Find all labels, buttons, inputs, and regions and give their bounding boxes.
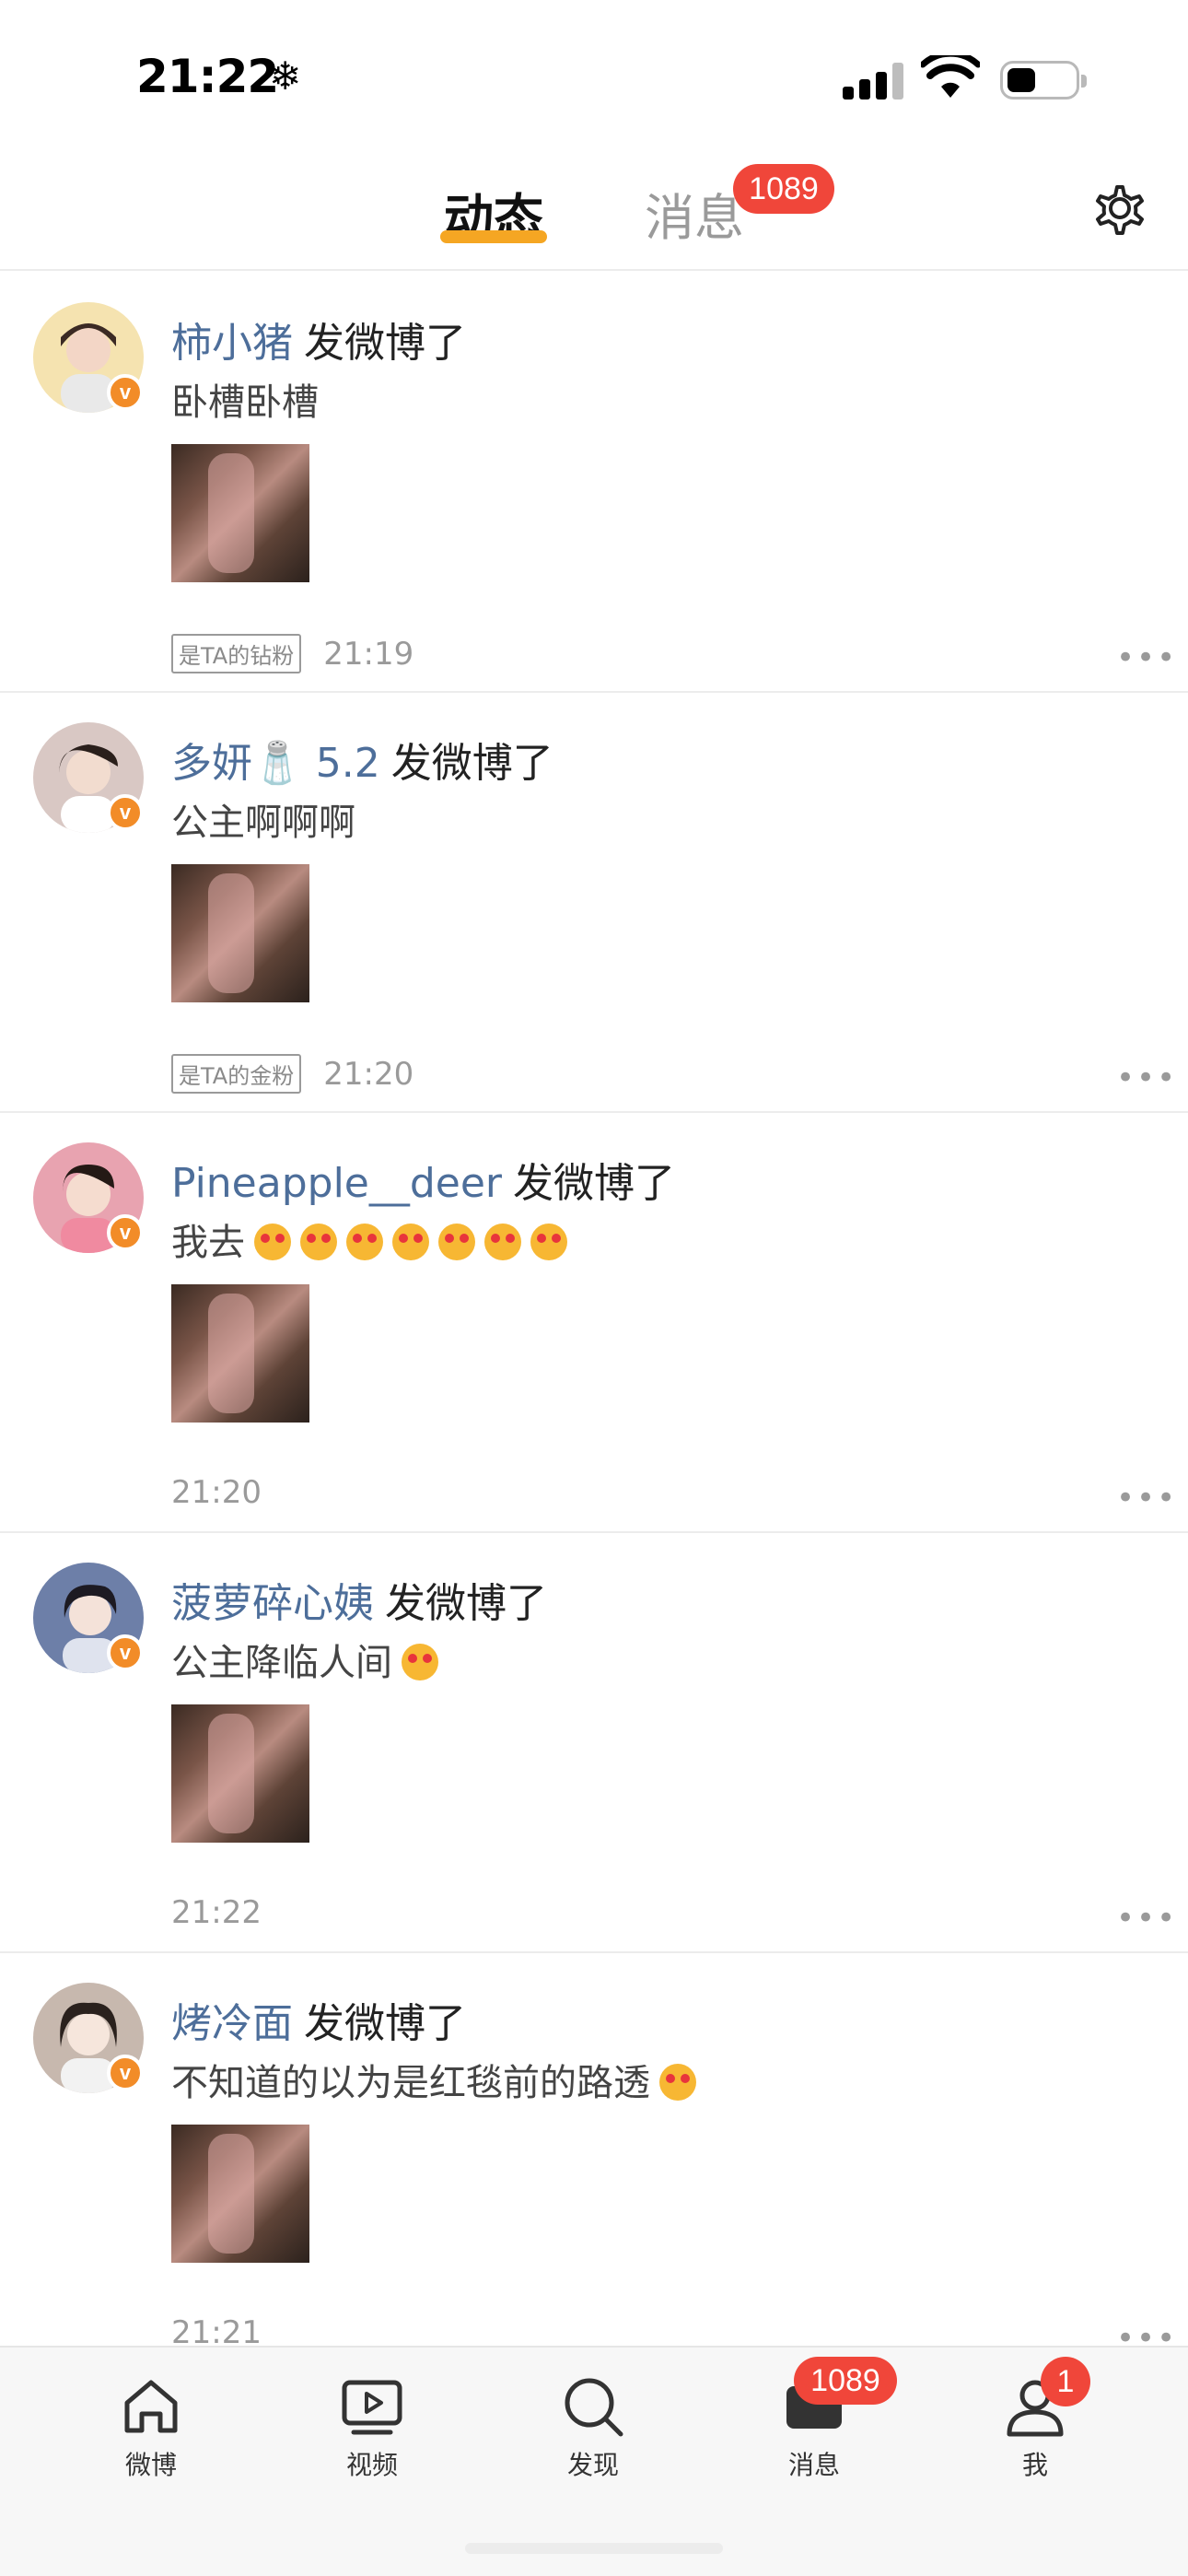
home-indicator[interactable] [465, 2543, 723, 2554]
username-link[interactable]: 多妍🧂 5.2 [171, 740, 380, 787]
post-time: 21:20 [171, 1474, 262, 1511]
post-image-thumbnail[interactable] [171, 1284, 309, 1423]
username-link[interactable]: 烤冷面 [171, 2000, 293, 2047]
post-meta: 21:22 [171, 1894, 262, 1931]
tab-label: 消息 [787, 2450, 840, 2480]
messages-count-badge: 1089 [733, 164, 834, 214]
post-text: 公主降临人间 [171, 1633, 438, 1686]
fan-tag: 是TA的钻粉 [171, 634, 302, 673]
post-text-content: 公主降临人间 [171, 1642, 392, 1684]
post-text: 不知道的以为是红毯前的路透 [171, 2053, 696, 2106]
feed-item[interactable]: v Pineapple__deer 发微博了 我去 21:20 ••• [0, 1113, 1188, 1533]
search-icon [565, 2378, 623, 2437]
post-action: 发微博了 [304, 320, 466, 367]
active-tab-indicator [440, 230, 547, 243]
tab-label: 微博 [124, 2450, 177, 2480]
wifi-icon [921, 55, 980, 98]
tab-label: 发现 [566, 2450, 619, 2480]
cellular-signal-icon [843, 63, 903, 100]
tab-label: 视频 [345, 2450, 398, 2480]
verified-badge-icon: v [107, 794, 144, 831]
post-action: 发微博了 [304, 2000, 466, 2047]
heart-eyes-emoji-icon [530, 1224, 567, 1260]
heart-eyes-emoji-icon [346, 1224, 383, 1260]
post-title-line: 烤冷面 发微博了 [171, 1990, 466, 2049]
heart-eyes-emoji-icon [392, 1224, 429, 1260]
feed-item[interactable]: v 多妍🧂 5.2 发微博了 公主啊啊啊 是TA的金粉 21:20 ••• [0, 693, 1188, 1113]
post-time: 21:22 [171, 1894, 262, 1931]
status-time: 21:22 [136, 50, 279, 103]
top-header: 动态 消息 1089 [0, 138, 1188, 271]
heart-eyes-emoji-icon [300, 1224, 337, 1260]
bottom-tab-bar: 微博 视频 发现 消息 我 1089 1 [0, 2346, 1188, 2576]
video-play-icon [342, 2380, 402, 2435]
post-meta: 21:20 [171, 1474, 262, 1511]
post-action: 发微博了 [513, 1160, 676, 1207]
post-time: 21:19 [323, 635, 414, 673]
more-options-icon[interactable]: ••• [1116, 1060, 1177, 1096]
post-action: 发微博了 [385, 1580, 547, 1627]
snowflake-icon: ❄ [269, 53, 302, 99]
gear-icon[interactable] [1087, 175, 1153, 241]
post-title-line: 菠萝碎心姨 发微博了 [171, 1570, 547, 1629]
post-image-thumbnail[interactable] [171, 1704, 309, 1843]
post-meta: 是TA的金粉 21:20 [171, 1054, 413, 1094]
post-text-content: 我去 [171, 1222, 245, 1264]
username-link[interactable]: 柿小猪 [171, 320, 293, 367]
feed-item[interactable]: v 菠萝碎心姨 发微博了 公主降临人间 21:22 ••• [0, 1533, 1188, 1953]
post-image-thumbnail[interactable] [171, 864, 309, 1002]
tab-label: 我 [1021, 2450, 1048, 2480]
messages-count-badge: 1089 [794, 2357, 897, 2405]
heart-eyes-emoji-icon [484, 1224, 521, 1260]
fan-tag: 是TA的金粉 [171, 1054, 302, 1094]
feed-item[interactable]: v 柿小猪 发微博了 卧槽卧槽 是TA的钻粉 21:19 ••• [0, 273, 1188, 693]
username-link[interactable]: 菠萝碎心姨 [171, 1580, 374, 1627]
post-action: 发微博了 [390, 740, 553, 787]
post-title-line: Pineapple__deer 发微博了 [171, 1150, 675, 1209]
tab-discover[interactable]: 发现 [519, 2373, 667, 2482]
heart-eyes-emoji-icon [438, 1224, 475, 1260]
post-image-thumbnail[interactable] [171, 2125, 309, 2263]
post-time: 21:20 [323, 1055, 414, 1093]
post-meta: 是TA的钻粉 21:19 [171, 634, 413, 673]
post-text-content: 不知道的以为是红毯前的路透 [171, 2062, 650, 2104]
post-title-line: 柿小猪 发微博了 [171, 310, 466, 369]
tab-video[interactable]: 视频 [298, 2373, 446, 2482]
heart-eyes-emoji-icon [659, 2064, 696, 2101]
post-text: 我去 [171, 1212, 567, 1266]
drooling-emoji-icon [402, 1644, 438, 1680]
tab-weibo-home[interactable]: 微博 [77, 2373, 225, 2482]
battery-icon [1000, 61, 1087, 100]
status-bar: 21:22 ❄ [0, 0, 1188, 138]
home-icon [124, 2380, 178, 2433]
post-text: 卧槽卧槽 [171, 381, 319, 424]
tab-messages[interactable]: 消息 [645, 177, 744, 250]
me-notification-badge: 1 [1041, 2357, 1090, 2406]
feed-item[interactable]: v 烤冷面 发微博了 不知道的以为是红毯前的路透 21:21 ••• [0, 1953, 1188, 2373]
post-image-thumbnail[interactable] [171, 444, 309, 582]
post-title-line: 多妍🧂 5.2 发微博了 [171, 730, 553, 789]
more-options-icon[interactable]: ••• [1116, 1480, 1177, 1516]
verified-badge-icon: v [107, 2055, 144, 2091]
username-link[interactable]: Pineapple__deer [171, 1160, 502, 1207]
more-options-icon[interactable]: ••• [1116, 639, 1177, 676]
verified-badge-icon: v [107, 374, 144, 411]
more-options-icon[interactable]: ••• [1116, 1900, 1177, 1937]
heart-eyes-emoji-icon [254, 1224, 291, 1260]
post-text: 公主啊啊啊 [171, 802, 355, 844]
verified-badge-icon: v [107, 1214, 144, 1251]
verified-badge-icon: v [107, 1634, 144, 1671]
